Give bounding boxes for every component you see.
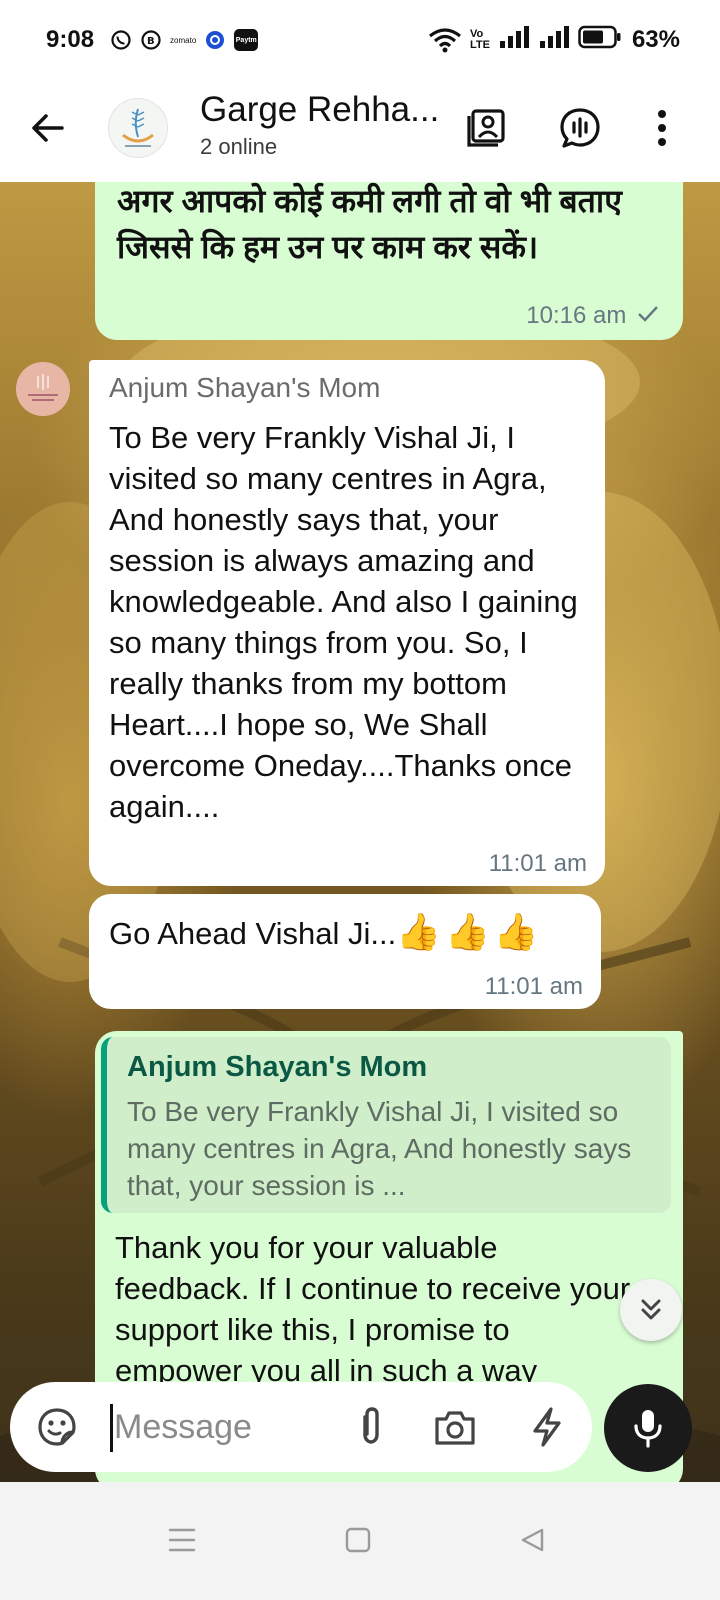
home-button[interactable] (328, 1510, 388, 1570)
chat-area[interactable]: अगर आपको कोई कमी लगी तो वो भी बताए जिससे… (0, 182, 720, 1482)
quoted-message-text: To Be very Frankly Vishal Ji, I visited … (127, 1096, 632, 1201)
message-bubble-incoming[interactable]: Go Ahead Vishal Ji...👍👍👍 11:01 am (89, 894, 601, 1009)
single-check-icon (637, 302, 659, 329)
group-avatar[interactable] (108, 98, 168, 158)
chat-header: Garge Rehha... 2 online (0, 80, 720, 182)
message-time-text: 10:16 am (526, 302, 627, 329)
contact-card-icon (467, 109, 505, 147)
double-chevron-down-icon (641, 1299, 661, 1320)
paytm-icon: Paytm (234, 29, 259, 51)
message-composer (0, 1372, 720, 1482)
recents-button[interactable] (152, 1510, 212, 1570)
quick-reply-button[interactable] (522, 1402, 572, 1452)
sender-avatar-image (16, 362, 70, 416)
sender-avatar[interactable] (16, 362, 70, 416)
message-text: अगर आपको कोई कमी लगी तो वो भी बताए जिससे… (117, 183, 622, 265)
message-text-body: Go Ahead Vishal Ji... (109, 916, 397, 951)
message-bubble-incoming[interactable]: Anjum Shayan's Mom To Be very Frankly Vi… (89, 360, 605, 886)
group-logo-icon (122, 108, 154, 147)
back-button[interactable] (22, 102, 74, 154)
online-count: 2 online (200, 134, 278, 159)
message-time: 10:16 am (526, 302, 659, 330)
message-sender-name[interactable]: Anjum Shayan's Mom (109, 372, 380, 404)
status-time: 9:08 (46, 26, 95, 53)
voice-chat-button[interactable] (554, 102, 606, 154)
system-navigation-bar (0, 1482, 720, 1600)
signal-icon (498, 25, 530, 56)
paperclip-icon (363, 1407, 379, 1444)
attach-button[interactable] (346, 1402, 396, 1452)
triangle-back-icon (521, 1528, 544, 1552)
volte-bottom: LTE (469, 39, 490, 51)
svg-text:B: B (147, 36, 155, 47)
signal-icon-2 (538, 25, 570, 56)
whatsapp-icon (110, 29, 132, 51)
message-input-container[interactable] (10, 1382, 592, 1472)
thumbs-up-emoji: 👍👍👍 (396, 912, 543, 953)
chat-title: Garge Rehha... (200, 90, 440, 129)
contact-card-button[interactable] (460, 102, 512, 154)
message-bubble-outgoing[interactable]: अगर आपको कोई कमी लगी तो वो भी बताए जिससे… (95, 182, 683, 340)
battery-icon (578, 25, 622, 56)
sticker-icon (38, 1408, 76, 1446)
message-time: 11:01 am (484, 973, 583, 1000)
zomato-icon: zomato (170, 35, 197, 45)
menu-lines-icon (168, 1528, 196, 1552)
message-text: Thank you for your valuable feedback. If… (115, 1230, 631, 1388)
volte-indicator: Vo LTE (470, 29, 490, 51)
battery-percent: 63% (631, 26, 680, 53)
message-input[interactable] (114, 1400, 334, 1454)
paytm-label: Paytm (235, 36, 257, 44)
status-right: Vo LTE 63% (428, 25, 680, 56)
app-icon (204, 29, 226, 51)
audio-chat-icon (560, 108, 600, 148)
more-options-button[interactable] (636, 102, 688, 154)
system-back-button[interactable] (502, 1510, 562, 1570)
voice-message-button[interactable] (604, 1384, 692, 1472)
camera-button[interactable] (430, 1402, 480, 1452)
quoted-sender-name: Anjum Shayan's Mom (127, 1051, 428, 1083)
text-cursor (110, 1404, 113, 1452)
message-time: 11:01 am (488, 850, 587, 877)
whatsapp-business-icon: B (140, 29, 162, 51)
square-home-icon (345, 1527, 371, 1553)
quoted-message[interactable]: Anjum Shayan's Mom To Be very Frankly Vi… (101, 1037, 671, 1213)
arrow-left-icon (32, 114, 64, 142)
status-bar: 9:08 B zomato Paytm Vo LTE 63% (0, 0, 720, 80)
camera-icon (435, 1411, 475, 1445)
microphone-icon (634, 1410, 662, 1448)
scroll-to-bottom-button[interactable] (620, 1279, 682, 1341)
wifi-icon (428, 26, 462, 54)
status-left: 9:08 B zomato Paytm (46, 26, 259, 54)
message-text: To Be very Frankly Vishal Ji, I visited … (109, 420, 578, 824)
kebab-menu-icon (658, 110, 666, 146)
whatsapp-chat-screen: 9:08 B zomato Paytm Vo LTE 63% Garge Reh… (0, 0, 720, 1600)
sticker-button[interactable] (32, 1402, 82, 1452)
chat-title-block[interactable]: Garge Rehha... 2 online (200, 90, 450, 160)
message-text: Go Ahead Vishal Ji...👍👍👍 (109, 912, 589, 954)
lightning-bolt-icon (533, 1407, 561, 1447)
